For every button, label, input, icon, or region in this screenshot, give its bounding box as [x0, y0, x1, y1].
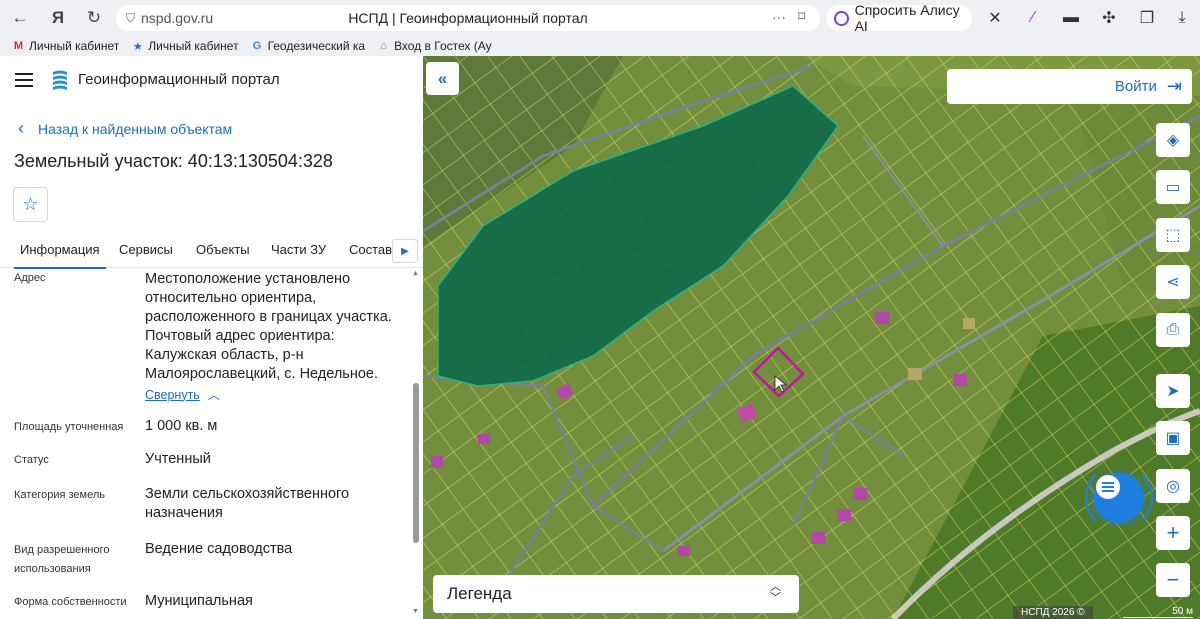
- locate-icon: ➤: [1166, 383, 1180, 400]
- collections-icon[interactable]: ❐: [1135, 6, 1159, 30]
- print-icon: ⎙: [1166, 321, 1180, 338]
- extension-k-icon[interactable]: ✕: [983, 6, 1007, 30]
- search-location-button[interactable]: ◎: [1156, 469, 1190, 503]
- url-text: nspd.gov.ru: [141, 10, 214, 26]
- legend-label: Легенда: [447, 584, 512, 603]
- property-value: Местоположение установлено относительно …: [145, 271, 392, 382]
- share-icon: ⋖: [1166, 274, 1180, 291]
- page-title: Земельный участок: 40:13:130504:328: [14, 151, 333, 171]
- property-label: Адрес: [14, 272, 46, 284]
- property-label: Категория земель: [14, 489, 105, 501]
- tab-composition[interactable]: Состав: [349, 242, 392, 257]
- zoom-in-button[interactable]: +: [1156, 516, 1190, 550]
- tab-services[interactable]: Сервисы: [119, 242, 173, 257]
- info-panel: Геоинформационный портал ‹ Назад к найде…: [0, 56, 423, 619]
- property-label: Вид разрешенного использования: [14, 544, 110, 575]
- alice-icon: [834, 10, 849, 26]
- triangle-right-icon: ▶: [401, 245, 409, 257]
- locate-button[interactable]: ➤: [1156, 374, 1190, 408]
- more-icon[interactable]: ···: [772, 9, 786, 25]
- print-button[interactable]: ⎙: [1156, 313, 1190, 347]
- chevron-left-icon: ‹: [18, 118, 24, 138]
- double-chevron-left-icon: «: [437, 68, 448, 88]
- favorite-button[interactable]: ☆: [13, 187, 48, 222]
- chevron-up-icon: ︿: [207, 388, 220, 402]
- bookmark-item[interactable]: ⌂ Вход в Гостех (Ау: [377, 39, 491, 53]
- download-icon[interactable]: ⤓: [1170, 6, 1194, 30]
- tabs-scroll-right-button[interactable]: ▶: [392, 239, 418, 263]
- ruler-icon: ▭: [1165, 179, 1181, 196]
- alice-button[interactable]: Спросить Алису AI: [826, 2, 972, 34]
- property-value: Учтенный: [145, 451, 211, 467]
- property-value: Земли сельскохозяйственного назначения: [145, 486, 350, 521]
- collapse-link[interactable]: Свернуть ︿: [145, 386, 220, 403]
- bookmarks-bar: M Личный кабинет ★ Личный кабинет G Геод…: [0, 36, 1200, 56]
- browser-toolbar: ← Я ↻ ⛉ nspd.gov.ru НСПД | Геоинформацио…: [0, 0, 1200, 36]
- tab-information[interactable]: Информация: [14, 242, 106, 269]
- zoom-out-icon: −: [1166, 567, 1180, 592]
- search-location-icon: ◎: [1166, 478, 1180, 495]
- tab-bar: Информация Сервисы Объекты Части ЗУ Сост…: [0, 236, 423, 269]
- google-icon: G: [252, 40, 262, 52]
- star-icon: ★: [132, 40, 143, 53]
- reload-icon[interactable]: ↻: [82, 6, 106, 30]
- star-outline-icon: ☆: [22, 194, 39, 214]
- shield-icon: ⛉: [126, 10, 136, 25]
- back-label: Назад к найденным объектам: [38, 120, 233, 137]
- bookmark-item[interactable]: M Личный кабинет: [12, 39, 119, 53]
- alice-label: Спросить Алису AI: [854, 2, 960, 34]
- tab-objects[interactable]: Объекты: [196, 242, 250, 257]
- bookmark-icon[interactable]: ⌑: [798, 8, 805, 25]
- tab-title: НСПД | Геоинформационный портал: [348, 10, 588, 26]
- login-label: Войти: [1114, 78, 1157, 95]
- property-value: Муниципальная: [145, 593, 253, 609]
- select-area-button[interactable]: ⬚: [1156, 218, 1190, 252]
- chevron-up-down-icon: ︿ ﹀: [770, 581, 781, 604]
- minimap-icon: ▣: [1165, 430, 1181, 447]
- panel-scrollbar[interactable]: ▲ ▼: [411, 268, 421, 619]
- share-button[interactable]: ⋖: [1156, 265, 1190, 299]
- zoom-out-button[interactable]: −: [1156, 563, 1190, 597]
- layers-icon: ◈: [1166, 132, 1180, 149]
- layers-button[interactable]: ◈: [1156, 123, 1190, 157]
- property-value: Ведение садоводства: [145, 541, 293, 557]
- chat-button[interactable]: [1094, 473, 1144, 523]
- login-button[interactable]: Войти ⇥: [947, 69, 1192, 104]
- property-value: 1 000 кв. м: [145, 418, 218, 434]
- bookmark-item[interactable]: ★ Личный кабинет: [131, 39, 239, 53]
- zoom-in-icon: +: [1166, 520, 1180, 545]
- gmail-icon: M: [13, 40, 24, 52]
- bookmark-item[interactable]: G Геодезический ка: [251, 39, 365, 53]
- minimap-button[interactable]: ▣: [1156, 421, 1190, 455]
- map-view[interactable]: « Войти ⇥ ◈ ▭ ⬚ ⋖ ⎙ ➤ ▣ ◎ + − Легенда ︿ ﹀…: [423, 56, 1200, 619]
- copyright-label: НСПД 2026 ©: [1013, 606, 1093, 619]
- back-to-results-link[interactable]: ‹ Назад к найденным объектам: [18, 118, 232, 139]
- extensions-puzzle-icon[interactable]: ✣: [1097, 6, 1121, 30]
- satellite-map: [423, 56, 1200, 619]
- portal-logo-icon: [53, 70, 67, 90]
- app-title: Геоинформационный портал: [78, 71, 280, 88]
- extension-pen-icon[interactable]: ⁄: [1021, 6, 1045, 30]
- menu-icon[interactable]: [15, 73, 33, 87]
- scale-bar: 50 м: [1123, 606, 1193, 618]
- collapse-panel-button[interactable]: «: [426, 62, 459, 95]
- legend-select[interactable]: Легенда ︿ ﹀: [433, 575, 799, 613]
- scroll-thumb[interactable]: [413, 383, 419, 543]
- gostech-icon: ⌂: [380, 40, 387, 52]
- chat-icon: [1096, 475, 1120, 499]
- extension-shield-icon[interactable]: ▬: [1059, 6, 1083, 30]
- ruler-button[interactable]: ▭: [1156, 170, 1190, 204]
- property-label: Площадь уточненная: [14, 421, 124, 433]
- back-arrow-icon[interactable]: ←: [8, 6, 32, 30]
- tab-parts[interactable]: Части ЗУ: [271, 242, 326, 257]
- property-label: Статус: [14, 454, 49, 466]
- login-icon: ⇥: [1166, 76, 1182, 96]
- scroll-up-icon[interactable]: ▲: [412, 270, 419, 277]
- select-area-icon: ⬚: [1165, 227, 1181, 244]
- scroll-down-icon[interactable]: ▼: [412, 608, 419, 615]
- yandex-icon[interactable]: Я: [46, 6, 70, 30]
- address-bar[interactable]: ⛉ nspd.gov.ru НСПД | Геоинформационный п…: [116, 5, 820, 31]
- property-label: Форма собственности: [14, 596, 127, 608]
